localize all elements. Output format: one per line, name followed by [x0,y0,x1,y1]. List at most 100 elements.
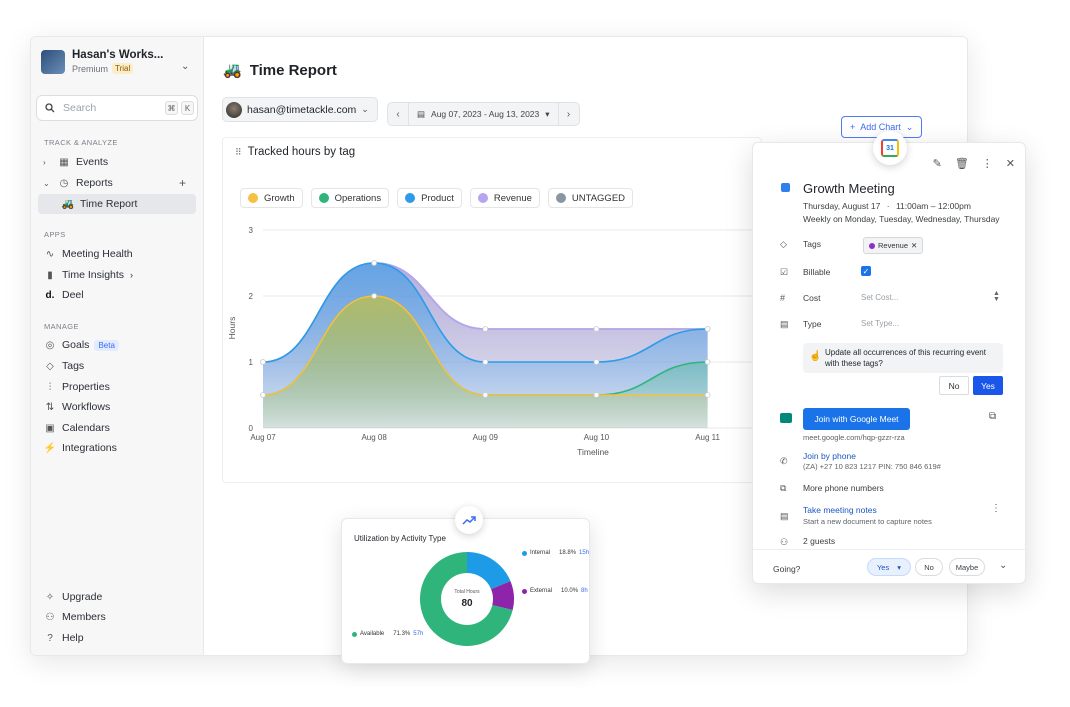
join-by-phone-link[interactable]: Join by phone [803,451,856,461]
sidebar-item-reports[interactable]: ⌄ ◷ Reports [43,173,113,193]
date-range-dropdown[interactable]: ▤ Aug 07, 2023 - Aug 13, 2023 ▾ [408,103,559,125]
x-tick-label: Aug 08 [361,433,387,442]
trend-badge [455,506,483,534]
more-options-icon[interactable]: ⋮ [982,157,993,170]
donut-segment-internal [467,552,511,590]
sidebar-item-tags[interactable]: ◇ Tags [43,356,84,376]
cost-stepper[interactable]: ▲ ▼ [993,290,1000,303]
tag-color-dot [869,242,875,249]
separator-dot: · [886,201,890,211]
sidebar-item-label: Members [62,611,106,623]
search-input[interactable]: Search ⌘ K [36,95,198,121]
data-point [260,392,266,398]
copy-icon[interactable]: ⧉ [989,411,996,422]
utilization-donut-card: Utilization by Activity Type Total Hours… [341,506,590,664]
donut-center-label: Total Hours [454,589,480,595]
trash-icon[interactable]: 🗑 [955,157,969,170]
legend-item[interactable]: Growth [240,188,303,208]
sidebar-item-meeting-health[interactable]: ∿ Meeting Health [43,244,133,264]
target-icon: ◎ [45,339,55,351]
chevron-down-icon[interactable]: ⌄ [999,560,1007,571]
x-tick-label: Aug 09 [473,433,499,442]
sidebar-item-upgrade[interactable]: ✧ Upgrade [43,587,102,607]
meet-link[interactable]: meet.google.com/hqp-gzzr-rza [803,433,905,442]
x-tick-label: Aug 11 [695,433,720,442]
next-week-button[interactable]: › [559,109,579,120]
billable-checkbox[interactable]: ✓ [861,266,871,276]
remove-tag-icon[interactable]: ✕ [911,241,917,250]
type-input[interactable]: Set Type... [861,319,899,328]
legend-item[interactable]: Revenue [469,188,540,208]
sidebar-item-label: Time Report [80,198,138,210]
donut-label-internal: Internal 18.8% 15h [522,550,589,556]
bar-chart-icon: ▮ [47,269,53,281]
legend-item[interactable]: Operations [310,188,390,208]
cost-input[interactable]: Set Cost... [861,293,898,302]
calendar-icon: ▤ [417,108,426,119]
sidebar-item-goals[interactable]: ◎ Goals Beta [43,335,119,355]
legend-dot [522,588,527,594]
legend-label: Growth [264,192,295,204]
legend-dot [477,193,488,203]
legend-label: Operations [334,192,382,204]
data-point [482,359,489,365]
deel-logo-icon: d. [45,289,55,301]
legend-label: UNTAGGED [571,192,626,204]
rsvp-no-button[interactable]: No [915,558,943,576]
yes-button[interactable]: Yes [973,376,1003,395]
add-report-icon[interactable]: + [179,176,186,190]
date-range-picker: ‹ ▤ Aug 07, 2023 - Aug 13, 2023 ▾ › [387,102,580,126]
rsvp-maybe-button[interactable]: Maybe [949,558,985,576]
more-phone-numbers-link[interactable]: More phone numbers [803,483,884,493]
data-point [704,392,711,398]
clock-icon: ◷ [59,177,69,189]
members-icon: ⚇ [45,611,55,623]
workspace-avatar [41,49,65,74]
sidebar-item-time-insights[interactable]: ▮ Time Insights › [43,265,133,285]
sidebar-item-properties[interactable]: ⫶ Properties [43,377,110,397]
tag-icon: ◇ [780,239,787,249]
sidebar-item-members[interactable]: ⚇ Members [43,607,106,627]
segment-name: Available [360,631,385,637]
join-google-meet-button[interactable]: Join with Google Meet [803,408,910,430]
drag-handle-icon[interactable]: ⠿ [235,147,242,158]
y-axis-label: Hours [227,317,237,340]
section-track-analyze: TRACK & ANALYZE [44,138,118,147]
trial-badge: Trial [112,63,134,74]
event-color-swatch [781,183,790,192]
tags-label: Tags [803,239,821,249]
data-point [593,392,600,398]
sidebar-item-time-report[interactable]: 🚜 Time Report [61,194,138,214]
tag-chip-label: Revenue [878,241,909,250]
prev-week-button[interactable]: ‹ [388,109,408,120]
pointing-hand-icon: ☝ [809,351,822,362]
take-meeting-notes-link[interactable]: Take meeting notes [803,505,877,515]
cost-label: Cost [803,293,821,303]
event-title: Growth Meeting [803,181,895,196]
billable-label: Billable [803,267,831,277]
workspace-switcher[interactable]: Hasan's Works... Premium Trial [41,49,163,74]
plus-icon: + [850,122,856,132]
tag-chip-revenue[interactable]: Revenue ✕ [863,237,924,254]
donut-center-value: 80 [461,598,473,609]
rsvp-footer: Going? Yes ▾ No Maybe ⌄ [753,549,1025,585]
chevron-right-icon[interactable]: › [43,158,53,167]
sidebar-item-workflows[interactable]: ⇅ Workflows [43,397,110,417]
no-button[interactable]: No [939,376,969,395]
legend-item[interactable]: UNTAGGED [547,188,634,208]
donut-label-available: Available 71.3% 57h [352,631,423,637]
google-calendar-icon: 31 [881,139,899,157]
sidebar-item-calendars[interactable]: ▣ Calendars [43,418,110,438]
legend-item[interactable]: Product [397,188,462,208]
sidebar-item-integrations[interactable]: ⚡ Integrations [43,438,117,458]
more-options-icon[interactable]: ⋮ [991,503,1001,514]
chevron-down-icon[interactable]: ⌄ [43,179,53,188]
edit-icon[interactable]: ✎ [933,157,942,170]
close-icon[interactable]: ✕ [1006,157,1015,170]
sidebar-item-events[interactable]: › ▦ Events [43,152,108,172]
sidebar-item-deel[interactable]: d. Deel [43,285,84,305]
rsvp-yes-button[interactable]: Yes ▾ [867,558,911,576]
user-filter-dropdown[interactable]: hasan@timetackle.com ⌄ [222,97,378,122]
sidebar-item-help[interactable]: ? Help [43,628,83,648]
chevron-down-icon[interactable]: ⌄ [181,61,189,72]
